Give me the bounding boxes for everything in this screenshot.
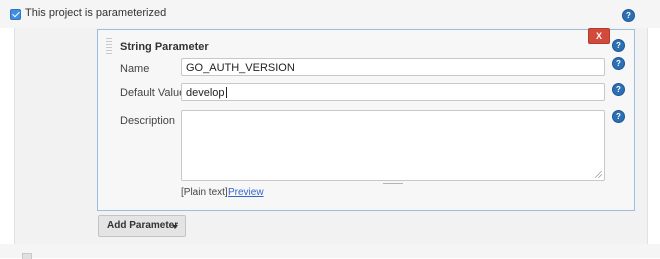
description-textarea[interactable]	[181, 110, 605, 181]
string-parameter-panel: String Parameter X Name GO_AUTH_VERSION …	[97, 28, 635, 211]
textarea-splitter[interactable]	[383, 183, 403, 184]
help-icon[interactable]: ?	[612, 110, 625, 123]
add-parameter-label: Add Parameter	[107, 220, 179, 231]
next-option-row	[0, 244, 660, 258]
delete-parameter-button[interactable]: X	[588, 28, 610, 44]
help-icon[interactable]: ?	[612, 39, 625, 52]
parameterized-label[interactable]: This project is parameterized	[25, 7, 166, 19]
help-icon[interactable]: ?	[622, 9, 635, 22]
default-value-input[interactable]: develop	[181, 83, 605, 101]
next-option-checkbox[interactable]	[22, 253, 32, 259]
description-label: Description	[120, 115, 176, 127]
resize-handle-icon[interactable]	[595, 171, 602, 178]
default-value-label: Default Value	[120, 87, 186, 99]
string-parameter-title: String Parameter	[120, 41, 209, 53]
text-cursor	[225, 87, 227, 98]
default-value-text: develop	[186, 87, 225, 99]
parameterized-row: This project is parameterized ?	[0, 0, 660, 28]
help-icon[interactable]: ?	[612, 57, 625, 70]
name-label: Name	[120, 63, 150, 75]
caret-down-icon	[172, 225, 178, 229]
help-icon[interactable]: ?	[612, 83, 625, 96]
parameterized-checkbox[interactable]	[10, 9, 21, 20]
add-parameter-button[interactable]: Add Parameter	[98, 215, 186, 237]
drag-handle-icon[interactable]	[106, 38, 112, 54]
plain-text-label: [Plain text]	[181, 187, 228, 198]
name-value: GO_AUTH_VERSION	[186, 62, 295, 74]
preview-link[interactable]: Preview	[228, 187, 264, 198]
name-input[interactable]: GO_AUTH_VERSION	[181, 58, 605, 76]
